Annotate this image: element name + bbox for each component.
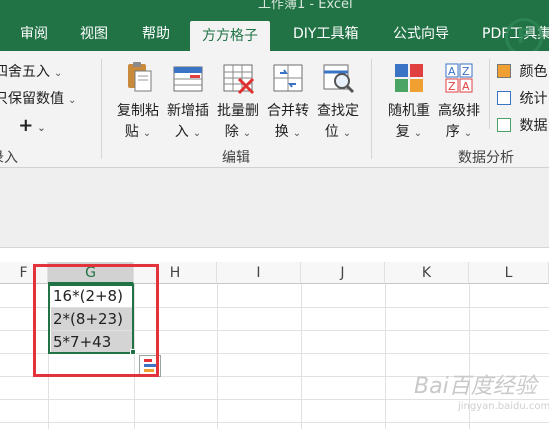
batch-delete-button[interactable]: 批量删 除 ⌄ (213, 61, 263, 144)
batch-delete-label-2: 除 (224, 124, 239, 140)
clipboard-icon (121, 61, 155, 95)
watermark-url: jingyan.baidu.com (458, 401, 549, 412)
round-label: 四舍五入 (0, 64, 50, 80)
advanced-sort-label-1: 高级排 (438, 103, 480, 119)
color-button[interactable]: 颜色 (497, 61, 547, 81)
chevron-down-icon: ⌄ (463, 128, 473, 139)
random-repeat-label-1: 随机重 (388, 103, 430, 119)
palette-icon (497, 64, 511, 78)
insert-new-label-1: 新增插 (167, 103, 209, 119)
chevron-down-icon: ⌄ (413, 128, 423, 139)
dash-icon: · (0, 119, 1, 135)
column-header-l[interactable]: L (469, 262, 549, 284)
chevron-down-icon: ⌄ (192, 128, 202, 139)
tab-help[interactable]: 帮助 (142, 18, 170, 51)
data-button[interactable]: 数据 (497, 115, 547, 135)
chevron-down-icon: ⌄ (242, 128, 252, 139)
batch-delete-label-1: 批量删 (217, 103, 259, 119)
formula-area (0, 168, 549, 248)
random-repeat-label-2: 复 (395, 124, 410, 140)
highlight-annotation-box (33, 264, 159, 377)
stats-button[interactable]: 统计 (497, 88, 547, 108)
merge-icon (271, 61, 305, 95)
grid-line (301, 284, 302, 429)
column-header-j[interactable]: J (301, 262, 385, 284)
keep-values-button[interactable]: 只保留数值 ⌄ (0, 88, 76, 108)
chevron-down-icon: ⌄ (54, 68, 63, 79)
tab-formula-wizard[interactable]: 公式向导 (393, 18, 449, 51)
advanced-sort-button[interactable]: A Z Z A 高级排 序 ⌄ (434, 61, 484, 144)
tab-view[interactable]: 视图 (80, 18, 108, 51)
ribbon-panel: 四舍五入⌄ 只保留数值⌄ · +⌄ 录入 复制粘 贴⌄ (0, 51, 549, 168)
find-locate-label-2: 位 (324, 124, 339, 140)
data-icon (497, 118, 511, 132)
svg-text:Z: Z (462, 65, 470, 78)
color-label: 颜色 (519, 64, 548, 80)
delete-grid-icon (221, 61, 255, 95)
copy-paste-button[interactable]: 复制粘 贴 ⌄ (113, 61, 163, 144)
copy-paste-label-2: 贴 (124, 124, 139, 140)
window-title: 工作簿1 - Excel (258, 0, 353, 12)
insert-rows-icon (171, 61, 205, 95)
copy-paste-label-1: 复制粘 (117, 103, 159, 119)
chevron-down-icon: ⌄ (342, 128, 352, 139)
watermark-logo: Bai百度经验 (414, 374, 537, 399)
group-divider (489, 59, 490, 129)
merge-convert-label-2: 换 (274, 124, 289, 140)
ribbon-tabs: 审阅 视图 帮助 方方格子 DIY工具箱 公式向导 PDF工具集 F (0, 18, 549, 56)
column-header-k[interactable]: K (385, 262, 469, 284)
group-divider (101, 59, 102, 159)
stats-label: 统计 (519, 91, 548, 107)
find-locate-button[interactable]: 查找定 位 ⌄ (313, 61, 363, 144)
insert-new-label-2: 入 (174, 124, 189, 140)
title-bar: 工作簿1 - Excel (0, 0, 549, 18)
chevron-down-icon: ⌄ (292, 128, 302, 139)
random-blocks-icon (392, 61, 426, 95)
plus-icon: + (18, 115, 34, 136)
grid-line (217, 284, 218, 429)
advanced-sort-label-2: 序 (445, 124, 460, 140)
tab-fangfang[interactable]: 方方格子 (190, 21, 270, 51)
magnifier-icon (321, 61, 355, 95)
random-repeat-button[interactable]: 随机重 复 ⌄ (384, 61, 434, 144)
svg-text:A: A (448, 65, 456, 78)
keep-values-label: 只保留数值 (0, 91, 64, 107)
header-strip (0, 248, 549, 262)
tab-diy-toolbox[interactable]: DIY工具箱 (293, 18, 358, 51)
analysis-group-label: 数据分析 (458, 150, 514, 166)
merge-convert-label-1: 合并转 (267, 103, 309, 119)
grid-line (385, 284, 386, 429)
chevron-down-icon: ⌄ (68, 95, 77, 106)
chevron-down-icon: ⌄ (37, 123, 46, 134)
insert-plus-button[interactable]: · +⌄ (0, 115, 46, 136)
entry-group-label: 录入 (0, 150, 18, 166)
stats-icon (497, 91, 511, 105)
group-divider (371, 59, 372, 159)
svg-text:Z: Z (448, 80, 456, 93)
grid-line (0, 422, 549, 423)
svg-text:A: A (462, 80, 470, 93)
column-header-i[interactable]: I (217, 262, 301, 284)
find-locate-label-1: 查找定 (317, 103, 359, 119)
merge-convert-button[interactable]: 合并转 换 ⌄ (263, 61, 313, 144)
insert-new-button[interactable]: 新增插 入 ⌄ (163, 61, 213, 144)
data-label: 数据 (519, 118, 548, 134)
tab-review[interactable]: 审阅 (20, 18, 48, 51)
chevron-down-icon: ⌄ (142, 128, 152, 139)
round-button[interactable]: 四舍五入 ⌄ (0, 61, 62, 81)
sort-az-icon: A Z Z A (442, 61, 476, 95)
edit-group-label: 编辑 (222, 150, 250, 166)
